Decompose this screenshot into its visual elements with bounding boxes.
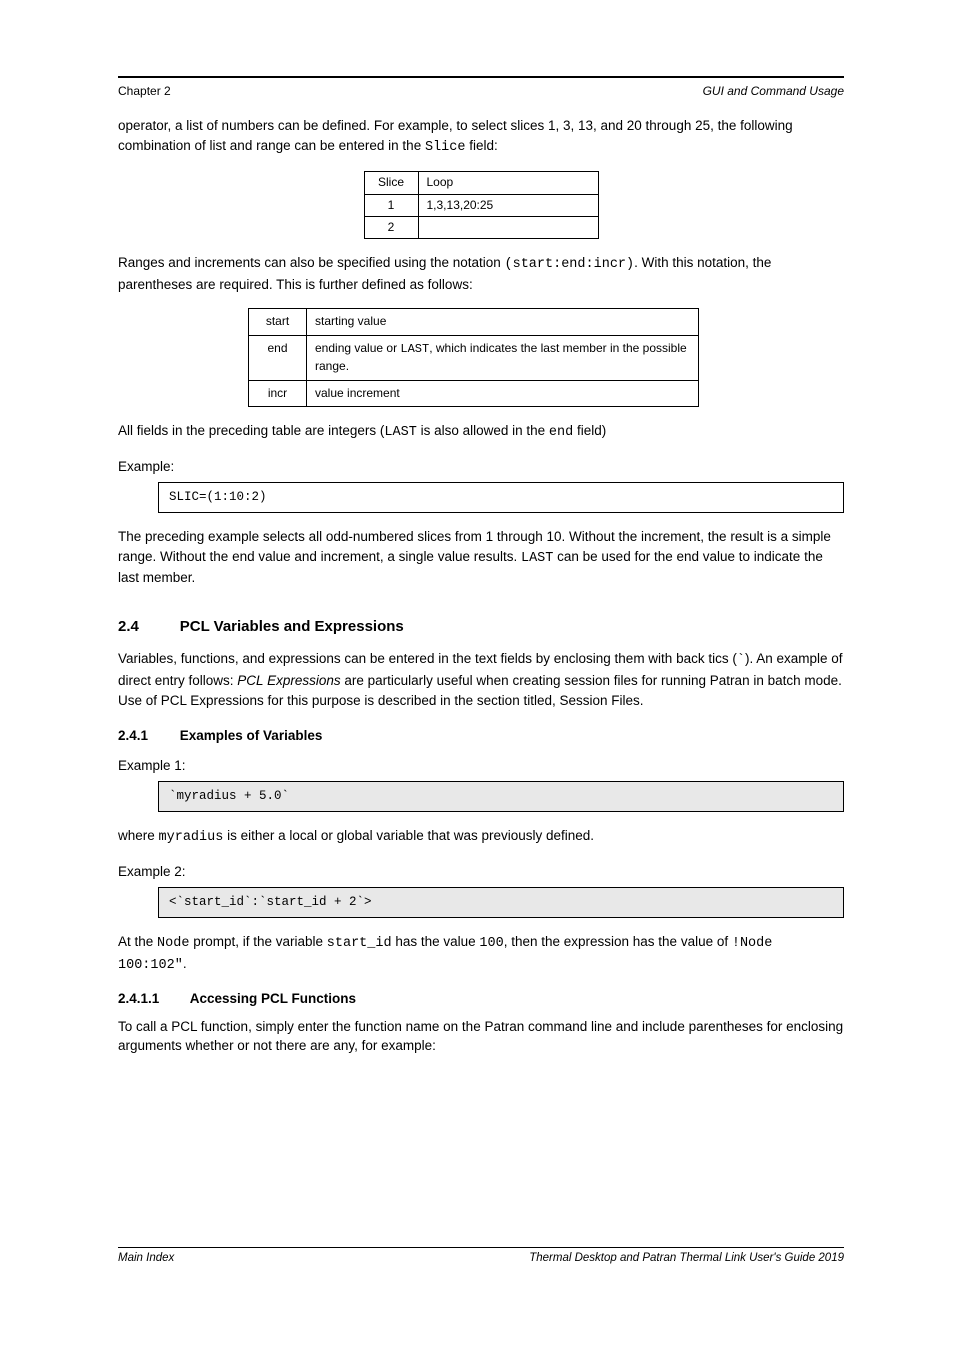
page-header: Chapter 2 GUI and Command Usage bbox=[118, 84, 844, 98]
header-rule bbox=[118, 76, 844, 78]
header-right: GUI and Command Usage bbox=[703, 84, 844, 98]
section-description: Variables, functions, and expressions ca… bbox=[118, 649, 844, 710]
section-heading: 2.4 PCL Variables and Expressions bbox=[118, 616, 844, 638]
footer-left: Main Index bbox=[118, 1252, 174, 1264]
subsection-heading: 2.4.1 Examples of Variables bbox=[118, 726, 844, 746]
table-cell: starting value bbox=[307, 309, 699, 335]
table-row: incr value increment bbox=[249, 380, 699, 406]
page-footer: Main Index Thermal Desktop and Patran Th… bbox=[118, 1247, 844, 1264]
range-fields-table: start starting value end ending value or… bbox=[248, 308, 699, 407]
table-header-slice: Slice bbox=[364, 172, 418, 194]
example-code-box: `myradius + 5.0` bbox=[158, 781, 844, 812]
footer-right: Thermal Desktop and Patran Thermal Link … bbox=[529, 1252, 844, 1264]
range-table-note: All fields in the preceding table are in… bbox=[118, 421, 844, 443]
subsubsection-description: To call a PCL function, simply enter the… bbox=[118, 1017, 844, 1056]
table-row: 2 bbox=[364, 216, 598, 238]
table-cell: 1,3,13,20:25 bbox=[418, 194, 598, 216]
range-paragraph: Ranges and increments can also be specif… bbox=[118, 253, 844, 294]
example1-description: The preceding example selects all odd-nu… bbox=[118, 527, 844, 588]
example1-code-box: SLIC=(1:10:2) bbox=[158, 482, 844, 513]
slice-table: Slice Loop 1 1,3,13,20:25 2 bbox=[364, 171, 599, 239]
subsubsection-number: 2.4.1.1 bbox=[118, 989, 186, 1009]
table-cell: start bbox=[249, 309, 307, 335]
example-label: Example 1: bbox=[118, 756, 844, 776]
table-row: end ending value or LAST, which indicate… bbox=[249, 335, 699, 380]
intro-paragraph: operator, a list of numbers can be defin… bbox=[118, 116, 844, 157]
table-row: 1 1,3,13,20:25 bbox=[364, 194, 598, 216]
subsubsection-title: Accessing PCL Functions bbox=[190, 989, 356, 1009]
table-header-loop: Loop bbox=[418, 172, 598, 194]
example2-description: At the Node prompt, if the variable star… bbox=[118, 932, 844, 975]
table-cell: end bbox=[249, 335, 307, 380]
example-label: Example 2: bbox=[118, 862, 844, 882]
table-cell: value increment bbox=[307, 380, 699, 406]
subsubsection-heading: 2.4.1.1 Accessing PCL Functions bbox=[118, 989, 844, 1009]
section-title: PCL Variables and Expressions bbox=[180, 616, 404, 638]
footer-rule bbox=[118, 1247, 844, 1248]
section-number: 2.4 bbox=[118, 616, 176, 638]
header-left: Chapter 2 bbox=[118, 84, 171, 98]
table-cell: 1 bbox=[364, 194, 418, 216]
example1b-description: where myradius is either a local or glob… bbox=[118, 826, 844, 848]
table-row: start starting value bbox=[249, 309, 699, 335]
table-row: Slice Loop bbox=[364, 172, 598, 194]
subsection-number: 2.4.1 bbox=[118, 726, 176, 746]
example-label: Example: bbox=[118, 457, 844, 477]
table-cell: 2 bbox=[364, 216, 418, 238]
table-cell bbox=[418, 216, 598, 238]
subsection-title: Examples of Variables bbox=[180, 726, 323, 746]
table-cell: incr bbox=[249, 380, 307, 406]
example2-code-box: <`start_id`:`start_id + 2`> bbox=[158, 887, 844, 918]
table-cell: ending value or LAST, which indicates th… bbox=[307, 335, 699, 380]
